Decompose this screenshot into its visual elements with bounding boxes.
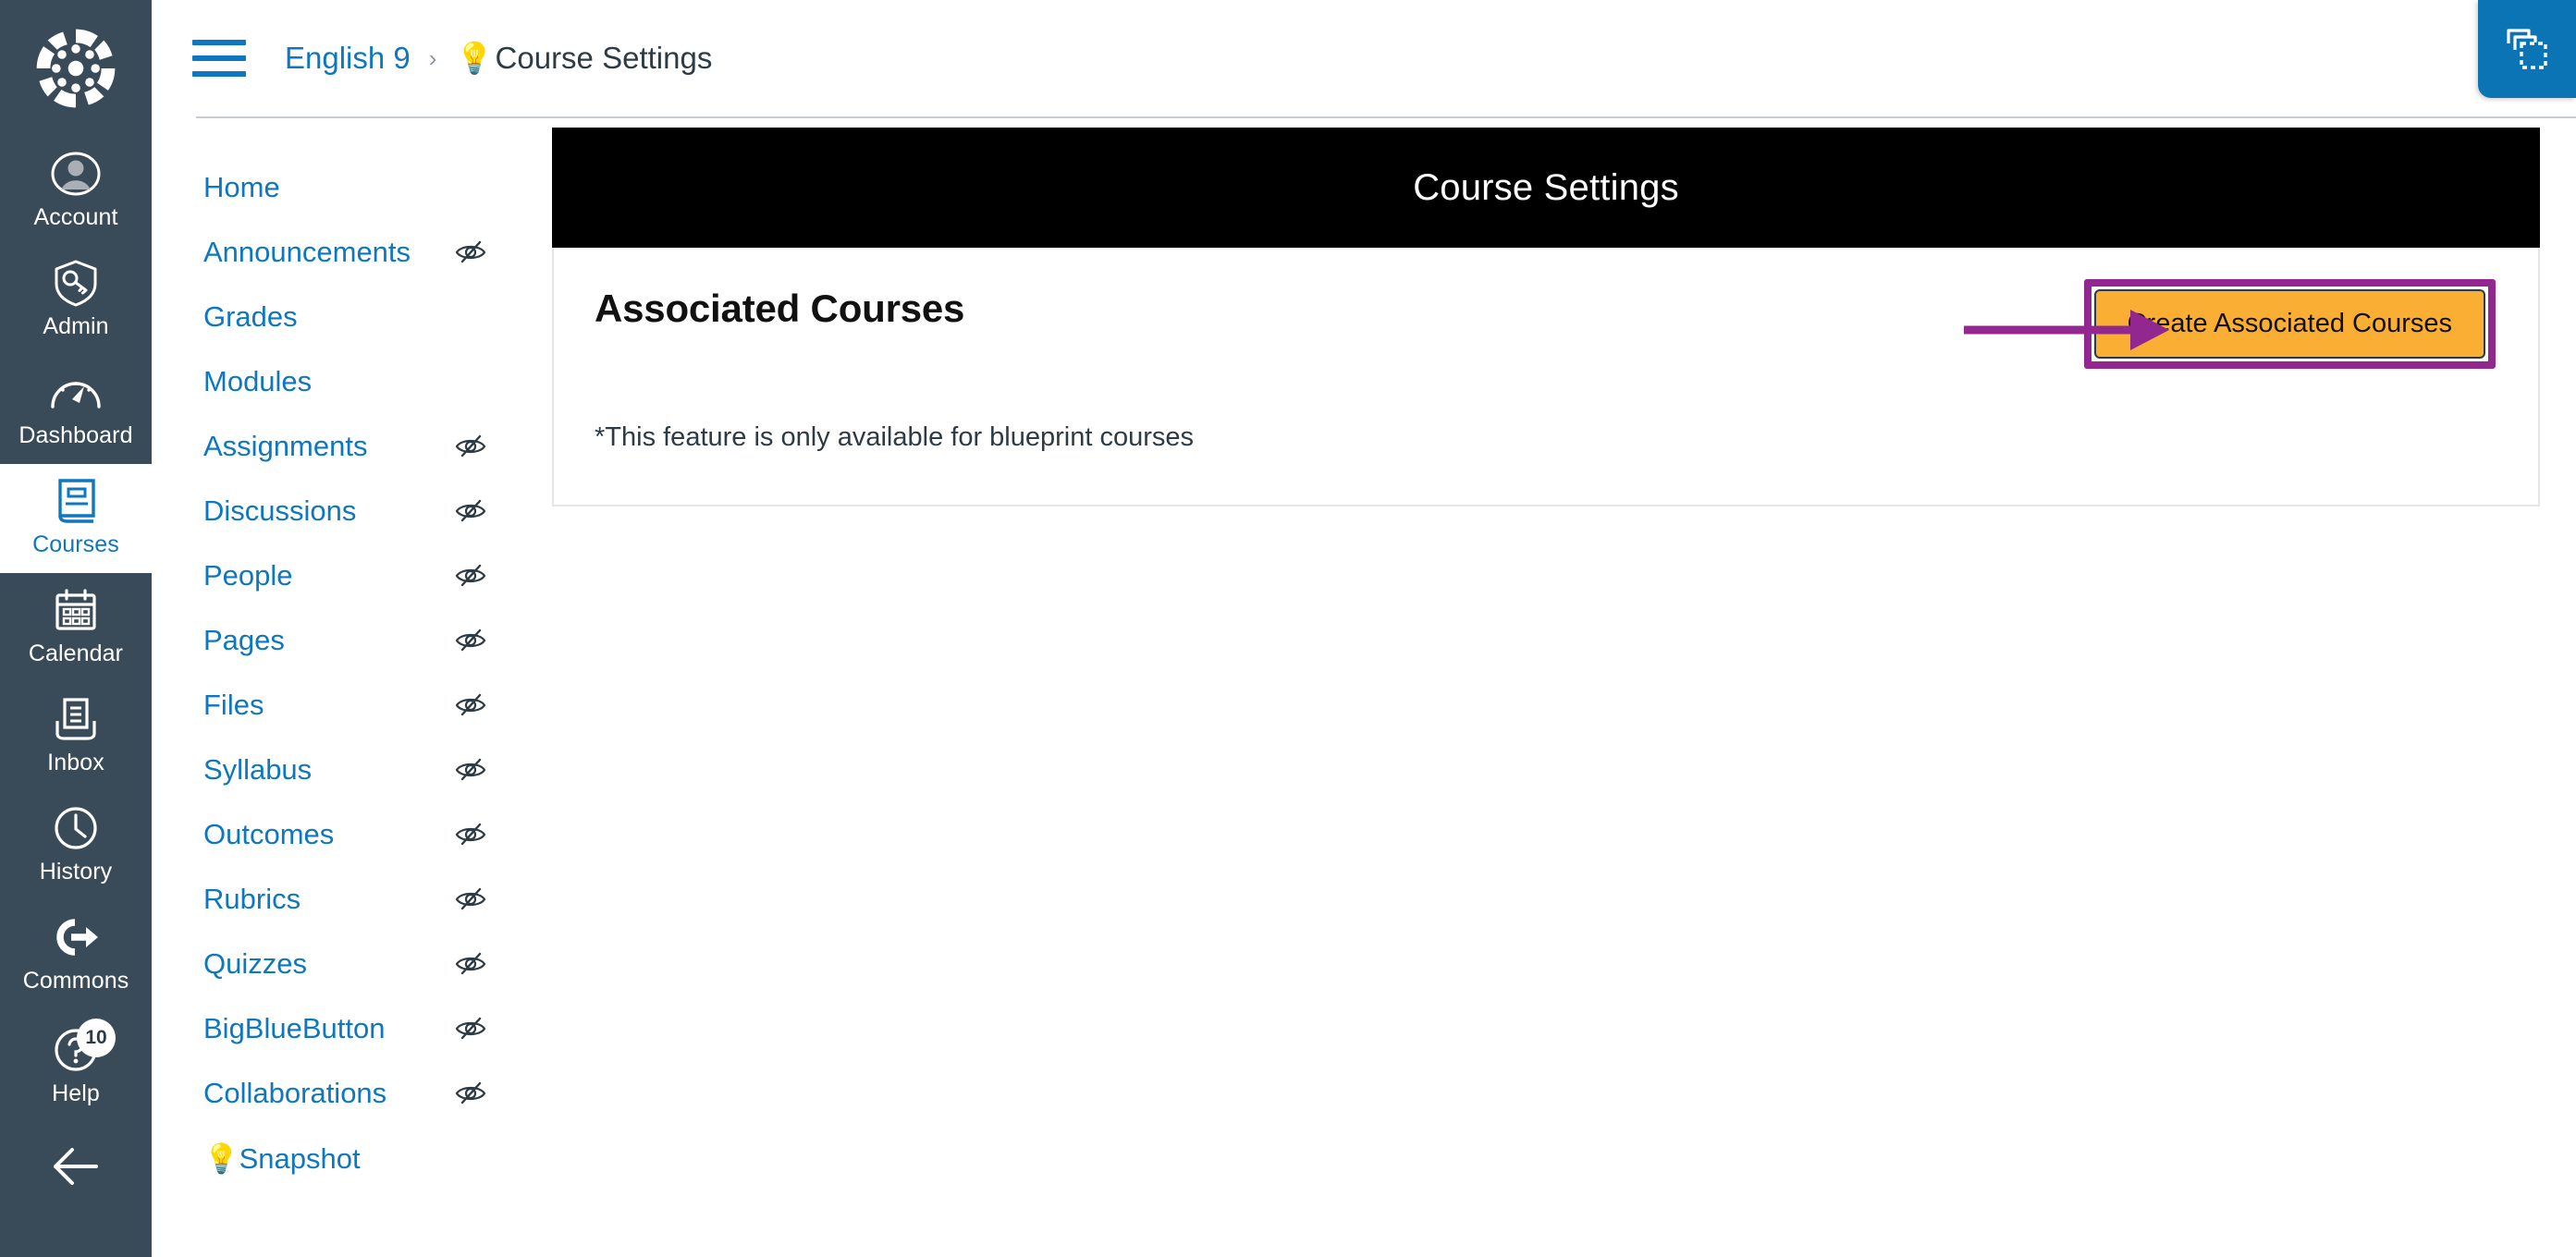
global-nav-label: Commons: [22, 968, 129, 994]
hamburger-line: [192, 40, 246, 45]
course-nav-item-snapshot[interactable]: 💡Snapshot: [203, 1126, 486, 1191]
global-nav-item-dashboard[interactable]: Dashboard: [0, 355, 152, 464]
course-nav-label: Pages: [203, 624, 285, 656]
course-nav-label: Collaborations: [203, 1077, 387, 1109]
global-nav-item-admin[interactable]: Admin: [0, 246, 152, 355]
hamburger-line: [192, 71, 246, 77]
course-nav-label: Outcomes: [203, 818, 335, 850]
course-nav-label: Syllabus: [203, 753, 313, 786]
blueprint-note: *This feature is only available for blue…: [595, 422, 1194, 452]
eye-slash-icon: [455, 1081, 486, 1104]
top-bar: English 9 › 💡 Course Settings: [152, 0, 2576, 116]
eye-slash-icon: [455, 240, 486, 263]
breadcrumb-current-label: Course Settings: [495, 41, 713, 75]
global-nav-label: Account: [33, 204, 118, 230]
course-nav-label: Files: [203, 689, 264, 721]
breadcrumb-course-link[interactable]: English 9: [285, 41, 411, 76]
course-nav-item-bigbluebutton[interactable]: BigBlueButton: [203, 996, 486, 1061]
calendar-icon: [53, 586, 99, 634]
course-nav-item-discussions[interactable]: Discussions: [203, 479, 486, 543]
course-nav-item-rubrics[interactable]: Rubrics: [203, 867, 486, 932]
course-nav-label: BigBlueButton: [203, 1012, 386, 1044]
blueprint-copy-icon[interactable]: [2478, 0, 2576, 98]
global-nav-label: Help: [52, 1080, 100, 1106]
course-nav-item-grades[interactable]: Grades: [203, 285, 486, 349]
course-nav-label: Modules: [203, 365, 313, 397]
global-nav-label: Dashboard: [18, 422, 133, 448]
course-nav-item-home[interactable]: Home: [203, 155, 486, 220]
course-nav-item-collaborations[interactable]: Collaborations: [203, 1061, 486, 1126]
user-avatar-icon: [50, 150, 102, 198]
lightbulb-icon: 💡: [455, 40, 494, 75]
global-nav-item-inbox[interactable]: Inbox: [0, 682, 152, 791]
chevron-right-icon: ›: [428, 43, 437, 72]
course-nav-item-outcomes[interactable]: Outcomes: [203, 802, 486, 867]
course-nav-label: People: [203, 559, 293, 592]
course-nav-item-files[interactable]: Files: [203, 673, 486, 738]
page-banner: Course Settings: [552, 128, 2540, 248]
inbox-tray-icon: [53, 695, 99, 743]
eye-slash-icon: [455, 628, 486, 652]
main-content: Course Settings Associated Courses Creat…: [552, 128, 2540, 506]
course-nav-item-assignments[interactable]: Assignments: [203, 414, 486, 479]
global-nav-item-history[interactable]: History: [0, 791, 152, 900]
course-nav-label: Assignments: [203, 430, 368, 462]
shield-key-icon: [53, 259, 99, 307]
eye-slash-icon: [455, 1017, 486, 1040]
commons-arrow-icon: [51, 913, 101, 961]
course-nav-item-announcements[interactable]: Announcements: [203, 220, 486, 285]
hamburger-line: [192, 55, 246, 61]
associated-courses-card: Associated Courses Create Associated Cou…: [552, 248, 2540, 506]
breadcrumb: English 9 › 💡 Course Settings: [285, 41, 712, 77]
global-nav-item-account[interactable]: Account: [0, 137, 152, 246]
course-nav-item-modules[interactable]: Modules: [203, 349, 486, 414]
canvas-logo[interactable]: [0, 0, 152, 137]
course-nav-item-syllabus[interactable]: Syllabus: [203, 738, 486, 802]
course-nav-item-pages[interactable]: Pages: [203, 608, 486, 673]
eye-slash-icon: [455, 823, 486, 846]
course-nav-label: Grades: [203, 300, 298, 333]
global-navigation: Account Admin Dashboard Courses Calendar…: [0, 0, 152, 1257]
header-divider: [196, 116, 2576, 118]
course-nav-label: Home: [203, 171, 280, 203]
eye-slash-icon: [455, 952, 486, 975]
section-title: Associated Courses: [595, 287, 965, 330]
global-nav-label: Courses: [32, 531, 119, 557]
eye-slash-icon: [455, 434, 486, 458]
course-nav-item-quizzes[interactable]: Quizzes: [203, 932, 486, 996]
clock-icon: [53, 804, 99, 852]
global-nav-label: Admin: [43, 313, 109, 339]
book-icon: [53, 477, 99, 525]
hamburger-menu-icon[interactable]: [192, 40, 246, 77]
course-nav-label: Discussions: [203, 494, 357, 527]
card-header: Associated Courses Create Associated Cou…: [595, 279, 2497, 369]
course-nav-label: 💡Snapshot: [203, 1142, 361, 1175]
gauge-icon: [49, 368, 103, 416]
eye-slash-icon: [455, 693, 486, 716]
global-nav-label: Calendar: [28, 641, 124, 666]
question-circle-icon: 10: [53, 1019, 116, 1074]
eye-slash-icon: [455, 499, 486, 522]
breadcrumb-current: 💡 Course Settings: [455, 41, 712, 77]
global-nav-item-courses[interactable]: Courses: [0, 464, 152, 573]
global-nav-item-help[interactable]: 10 Help: [0, 1009, 152, 1122]
course-nav-label: Rubrics: [203, 883, 301, 915]
course-nav-label: Announcements: [203, 236, 411, 268]
global-nav-item-commons[interactable]: Commons: [0, 900, 152, 1009]
eye-slash-icon: [455, 564, 486, 587]
course-nav-item-people[interactable]: People: [203, 543, 486, 608]
collapse-arrow-icon[interactable]: [50, 1146, 102, 1191]
global-nav-label: History: [39, 859, 113, 885]
global-nav-label: Inbox: [47, 750, 104, 775]
help-badge: 10: [77, 1019, 116, 1057]
course-nav-label: Quizzes: [203, 947, 307, 980]
course-navigation: Home Announcements Grades Modules Assign…: [152, 137, 551, 1191]
page-title: Course Settings: [1413, 166, 1679, 208]
eye-slash-icon: [455, 758, 486, 781]
eye-slash-icon: [455, 887, 486, 910]
app-root: Account Admin Dashboard Courses Calendar…: [0, 0, 2576, 1257]
global-nav-item-calendar[interactable]: Calendar: [0, 573, 152, 682]
pointer-arrow-icon: [1964, 310, 2169, 350]
